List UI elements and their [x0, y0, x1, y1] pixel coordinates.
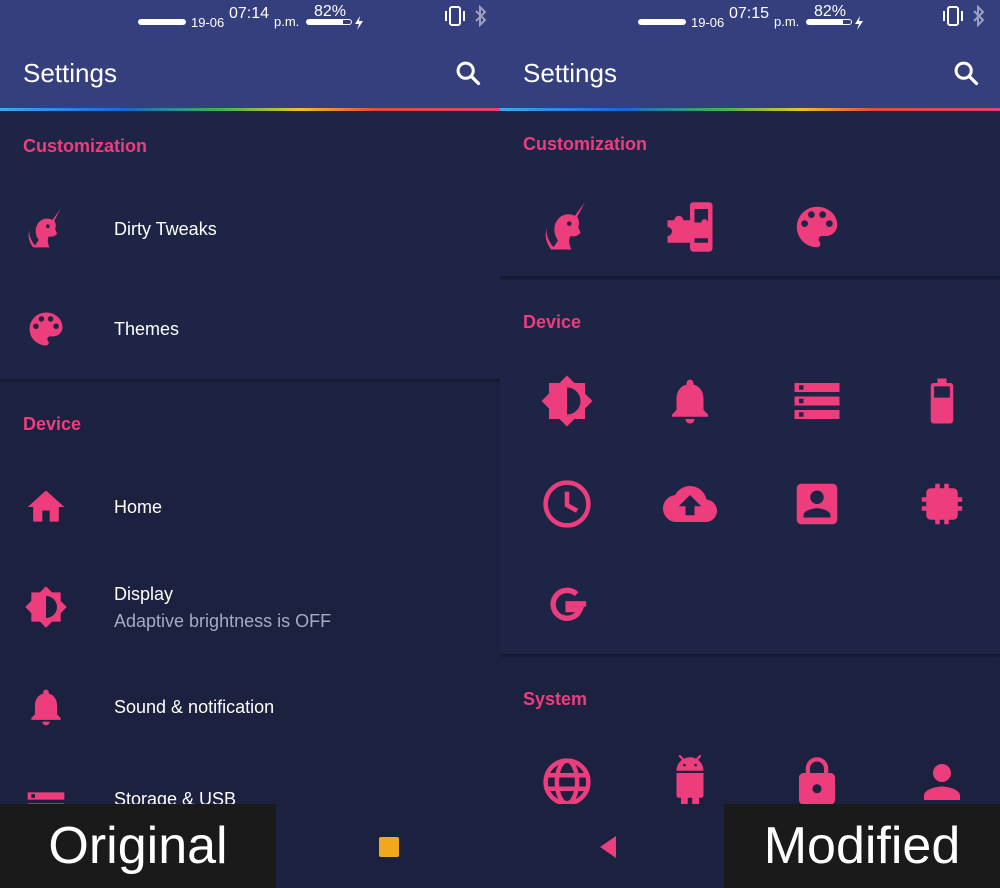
status-date: 19-06 [691, 15, 725, 30]
status-bar: 19-06 07:14 p.m. 82% [0, 0, 500, 34]
modified-screen: 19-06 07:15 p.m. 82% Settings Customizat… [500, 0, 1000, 888]
unicorn-icon[interactable] [540, 200, 594, 254]
system-card: System [500, 658, 1000, 809]
customization-card: Customization Dirty Tweaks Themes [0, 111, 500, 379]
search-icon[interactable] [454, 59, 482, 87]
unicorn-icon [28, 208, 61, 248]
status-ampm: p.m. [774, 14, 800, 29]
section-title-customization: Customization [523, 134, 647, 154]
globe-icon[interactable] [540, 755, 594, 809]
signal-bar [138, 19, 186, 25]
person-icon[interactable] [915, 755, 969, 809]
battery-bar [806, 19, 852, 25]
charging-icon [355, 16, 363, 30]
list-item-home[interactable]: Home [0, 457, 500, 557]
google-icon[interactable] [540, 578, 594, 632]
device-card: Device Home Display Adaptive brightness … [0, 383, 500, 822]
list-item-label: Home [114, 497, 163, 517]
list-item-themes[interactable]: Themes [0, 279, 500, 379]
cloud-upload-icon[interactable] [663, 477, 717, 531]
status-time: 07:14 [229, 5, 270, 22]
signal-bar [638, 19, 686, 25]
list-item-label: Themes [114, 319, 180, 339]
battery-icon[interactable] [915, 374, 969, 428]
android-icon[interactable] [663, 755, 717, 809]
list-item-display[interactable]: Display Adaptive brightness is OFF [0, 557, 500, 657]
status-ampm: p.m. [274, 14, 300, 29]
section-title-customization: Customization [23, 136, 147, 156]
battery-bar [306, 19, 352, 25]
account-box-icon[interactable] [790, 477, 844, 531]
list-item-label: Sound & notification [114, 697, 275, 717]
section-title-device: Device [523, 312, 582, 332]
bluetooth-icon [475, 5, 487, 27]
list-item-dirty-tweaks[interactable]: Dirty Tweaks [0, 179, 500, 279]
puzzle-phone-icon[interactable] [663, 200, 717, 254]
charging-icon [855, 16, 863, 30]
lock-icon[interactable] [790, 755, 844, 809]
bell-icon[interactable] [663, 374, 717, 428]
memory-chip-icon[interactable] [915, 477, 969, 531]
original-screen: 19-06 07:14 p.m. 82% Settings Customizat… [0, 0, 500, 888]
palette-icon [29, 312, 63, 346]
vibrate-icon [943, 6, 963, 26]
palette-icon[interactable] [790, 200, 844, 254]
page-title: Settings [23, 58, 117, 88]
device-card: Device [500, 280, 1000, 654]
list-item-label: Display [114, 584, 174, 604]
page-title: Settings [523, 58, 617, 88]
recents-icon[interactable] [379, 837, 399, 857]
modified-label: Modified [724, 804, 1000, 888]
storage-icon[interactable] [790, 374, 844, 428]
status-time: 07:15 [729, 5, 770, 22]
bell-icon [31, 689, 61, 726]
status-date: 19-06 [191, 15, 225, 30]
navigation-bar [276, 804, 724, 888]
list-item-sound[interactable]: Sound & notification [0, 657, 500, 757]
brightness-icon [25, 586, 67, 628]
brightness-icon[interactable] [540, 374, 594, 428]
section-title-device: Device [23, 414, 82, 434]
home-icon [27, 490, 65, 522]
section-title-system: System [523, 689, 588, 709]
status-bar: 19-06 07:15 p.m. 82% [500, 0, 1000, 34]
vibrate-icon [445, 6, 465, 26]
customization-card: Customization [500, 111, 1000, 276]
list-item-label: Dirty Tweaks [114, 219, 217, 239]
back-icon[interactable] [596, 834, 622, 860]
search-icon[interactable] [952, 59, 980, 87]
clock-icon[interactable] [540, 477, 594, 531]
list-item-summary: Adaptive brightness is OFF [114, 611, 332, 631]
bluetooth-icon [973, 5, 985, 27]
original-label: Original [0, 804, 276, 888]
